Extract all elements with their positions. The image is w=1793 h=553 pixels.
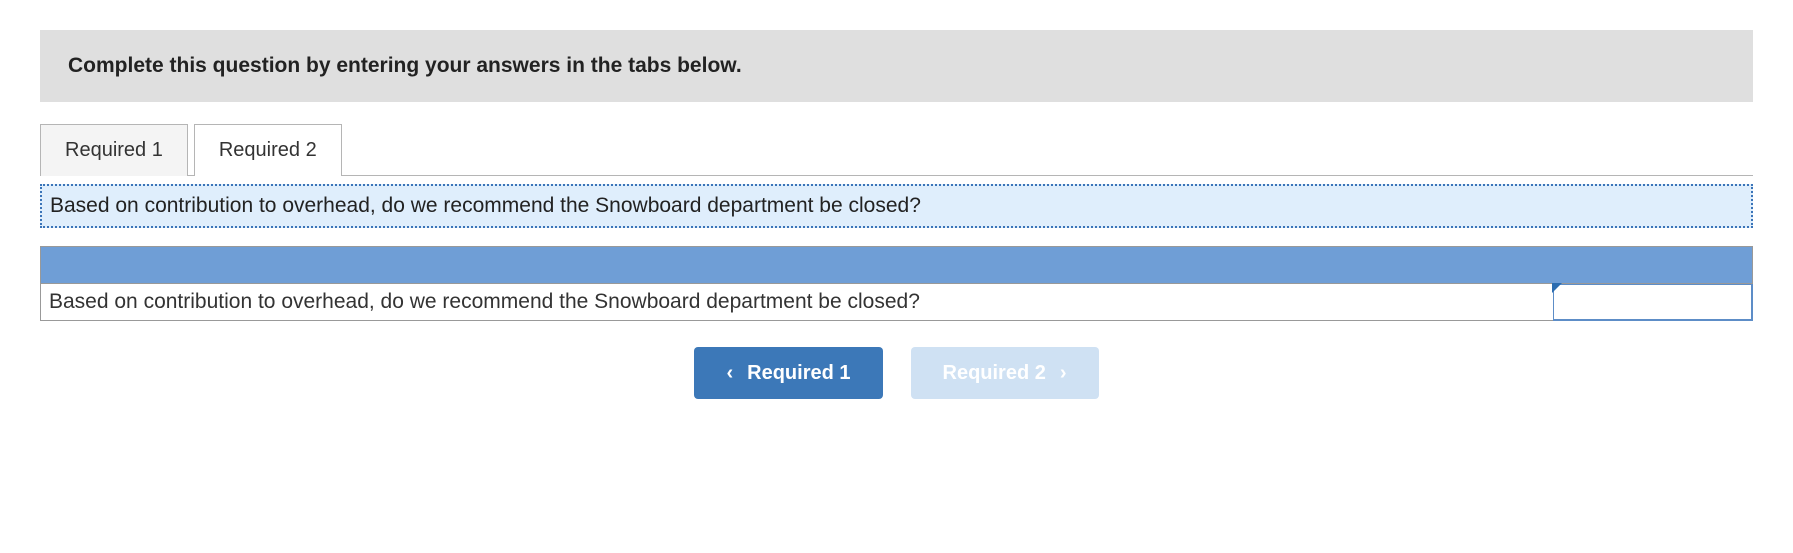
answer-row-label: Based on contribution to overhead, do we…: [40, 284, 1553, 321]
nav-row: ‹ Required 1 Required 2 ›: [40, 347, 1753, 399]
tabs-row: Required 1 Required 2: [40, 124, 1753, 176]
question-prompt-band: Based on contribution to overhead, do we…: [40, 184, 1753, 228]
prev-button[interactable]: ‹ Required 1: [694, 347, 882, 399]
answer-row: Based on contribution to overhead, do we…: [40, 284, 1753, 321]
prev-button-label: Required 1: [747, 362, 850, 385]
instruction-text: Complete this question by entering your …: [68, 54, 742, 77]
chevron-right-icon: ›: [1060, 363, 1067, 383]
answer-zone: Based on contribution to overhead, do we…: [40, 246, 1753, 321]
answer-table-header: [40, 246, 1753, 284]
answer-input-cell[interactable]: [1553, 284, 1753, 321]
tab-required-2[interactable]: Required 2: [194, 124, 342, 176]
tab-required-1[interactable]: Required 1: [40, 124, 188, 176]
next-button[interactable]: Required 2 ›: [911, 347, 1099, 399]
answer-row-label-text: Based on contribution to overhead, do we…: [49, 290, 920, 313]
chevron-left-icon: ‹: [726, 363, 733, 383]
answer-input[interactable]: [1554, 285, 1751, 319]
tabs-container: Required 1 Required 2: [40, 124, 1753, 176]
instruction-bar: Complete this question by entering your …: [40, 30, 1753, 102]
question-prompt-text: Based on contribution to overhead, do we…: [50, 194, 921, 217]
tab-label: Required 1: [65, 139, 163, 161]
tab-label: Required 2: [219, 139, 317, 161]
next-button-label: Required 2: [943, 362, 1046, 385]
